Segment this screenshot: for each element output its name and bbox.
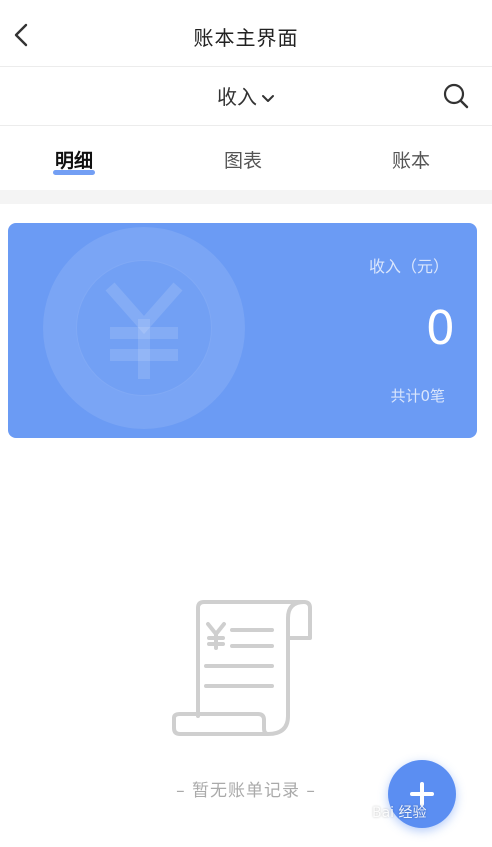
income-amount: 0	[425, 301, 455, 355]
record-count: 共计0笔	[390, 387, 445, 405]
watermark-text: Bai 经验	[372, 805, 427, 821]
empty-receipt-icon	[172, 600, 312, 736]
tab-label: 图表	[223, 150, 262, 172]
yen-coin-icon	[43, 227, 245, 429]
tab-charts[interactable]: 图表	[193, 146, 293, 173]
type-selector[interactable]: 收入	[0, 81, 492, 110]
filter-bar: 收入	[0, 67, 492, 126]
search-icon[interactable]	[442, 82, 470, 110]
section-divider	[0, 190, 492, 204]
income-summary-card: 收入（元） 0 共计0笔	[8, 223, 477, 438]
chevron-down-icon	[262, 94, 274, 102]
tab-ledger[interactable]: 账本	[361, 146, 461, 173]
type-label: 收入	[217, 85, 257, 109]
tab-details[interactable]: 明细	[24, 146, 124, 175]
tab-label: 账本	[391, 150, 430, 172]
tab-bar: 明细 图表 账本	[0, 126, 492, 190]
nav-bar: 账本主界面	[0, 0, 492, 67]
page-title: 账本主界面	[193, 26, 299, 50]
income-label: 收入（元）	[368, 257, 449, 276]
tab-label: 明细	[54, 150, 93, 172]
